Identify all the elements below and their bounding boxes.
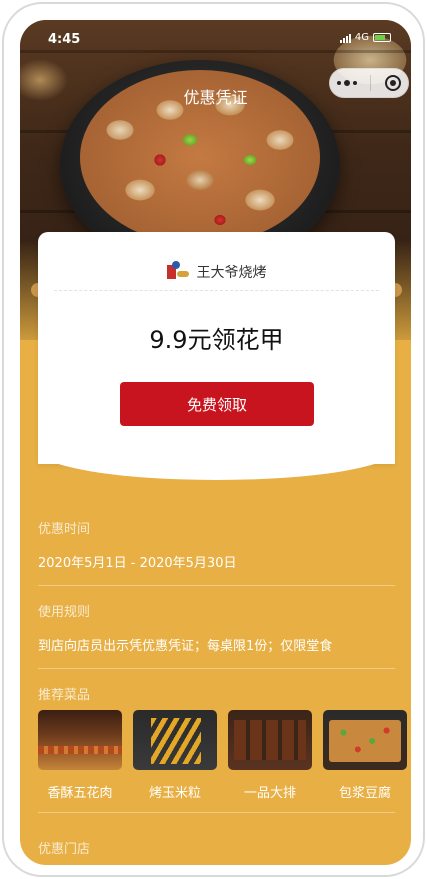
coupon-card: 王大爷烧烤 9.9元领花甲 免费领取 (38, 232, 395, 464)
rules-label: 使用规则 (38, 605, 91, 620)
dish-image (228, 710, 312, 770)
claim-button[interactable]: 免费领取 (120, 382, 314, 426)
coupon-bottom-curve (38, 450, 395, 480)
brand-logo-icon (166, 261, 189, 279)
stores-label: 优惠门店 (38, 842, 91, 857)
dish-card[interactable]: 包浆豆腐 (323, 710, 407, 801)
time-label: 优惠时间 (38, 522, 91, 537)
dishes-section: 推荐菜品 (38, 684, 395, 703)
dish-card[interactable]: 香酥五花肉 (38, 710, 122, 801)
dish-image (323, 710, 407, 770)
stores-section: 优惠门店 (38, 838, 395, 857)
dish-name: 一品大排 (243, 786, 296, 801)
coupon-title: 9.9元领花甲 (149, 326, 284, 354)
battery-icon (373, 33, 391, 42)
status-bar: 4:45 4G (20, 20, 411, 48)
signal-icon (339, 33, 351, 43)
network-label: 4G (354, 32, 369, 43)
dish-card[interactable]: 烤玉米粒 (133, 710, 217, 801)
coupon-divider (54, 290, 379, 291)
dish-image (133, 710, 217, 770)
time-value: 2020年5月1日 - 2020年5月30日 (38, 556, 237, 571)
screen: 4:45 4G 优惠凭证 王大爷烧烤 9.9元领花甲 免费领取 优惠时间 202… (20, 20, 411, 865)
brand-name: 王大爷烧烤 (196, 265, 267, 281)
dishes-label: 推荐菜品 (38, 688, 91, 703)
dish-name: 香酥五花肉 (47, 786, 113, 801)
more-icon[interactable] (336, 80, 357, 86)
menu-capsule (329, 68, 409, 98)
close-icon[interactable] (385, 75, 402, 91)
brand-row: 王大爷烧烤 (38, 261, 395, 282)
dish-name: 烤玉米粒 (148, 786, 201, 801)
rules-value: 到店向店员出示凭优惠凭证；每桌限1份；仅限堂食 (38, 639, 333, 654)
dish-name: 包浆豆腐 (338, 786, 391, 801)
rules-section: 使用规则 到店向店员出示凭优惠凭证；每桌限1份；仅限堂食 (38, 601, 395, 669)
dish-image (38, 710, 122, 770)
status-time: 4:45 (48, 32, 81, 47)
dish-list: 香酥五花肉 烤玉米粒 一品大排 包浆豆腐 (38, 710, 411, 801)
dishes-divider-wrap (38, 812, 395, 813)
dish-card[interactable]: 一品大排 (228, 710, 312, 801)
phone-frame: 4:45 4G 优惠凭证 王大爷烧烤 9.9元领花甲 免费领取 优惠时间 202… (2, 2, 425, 877)
time-section: 优惠时间 2020年5月1日 - 2020年5月30日 (38, 518, 395, 586)
